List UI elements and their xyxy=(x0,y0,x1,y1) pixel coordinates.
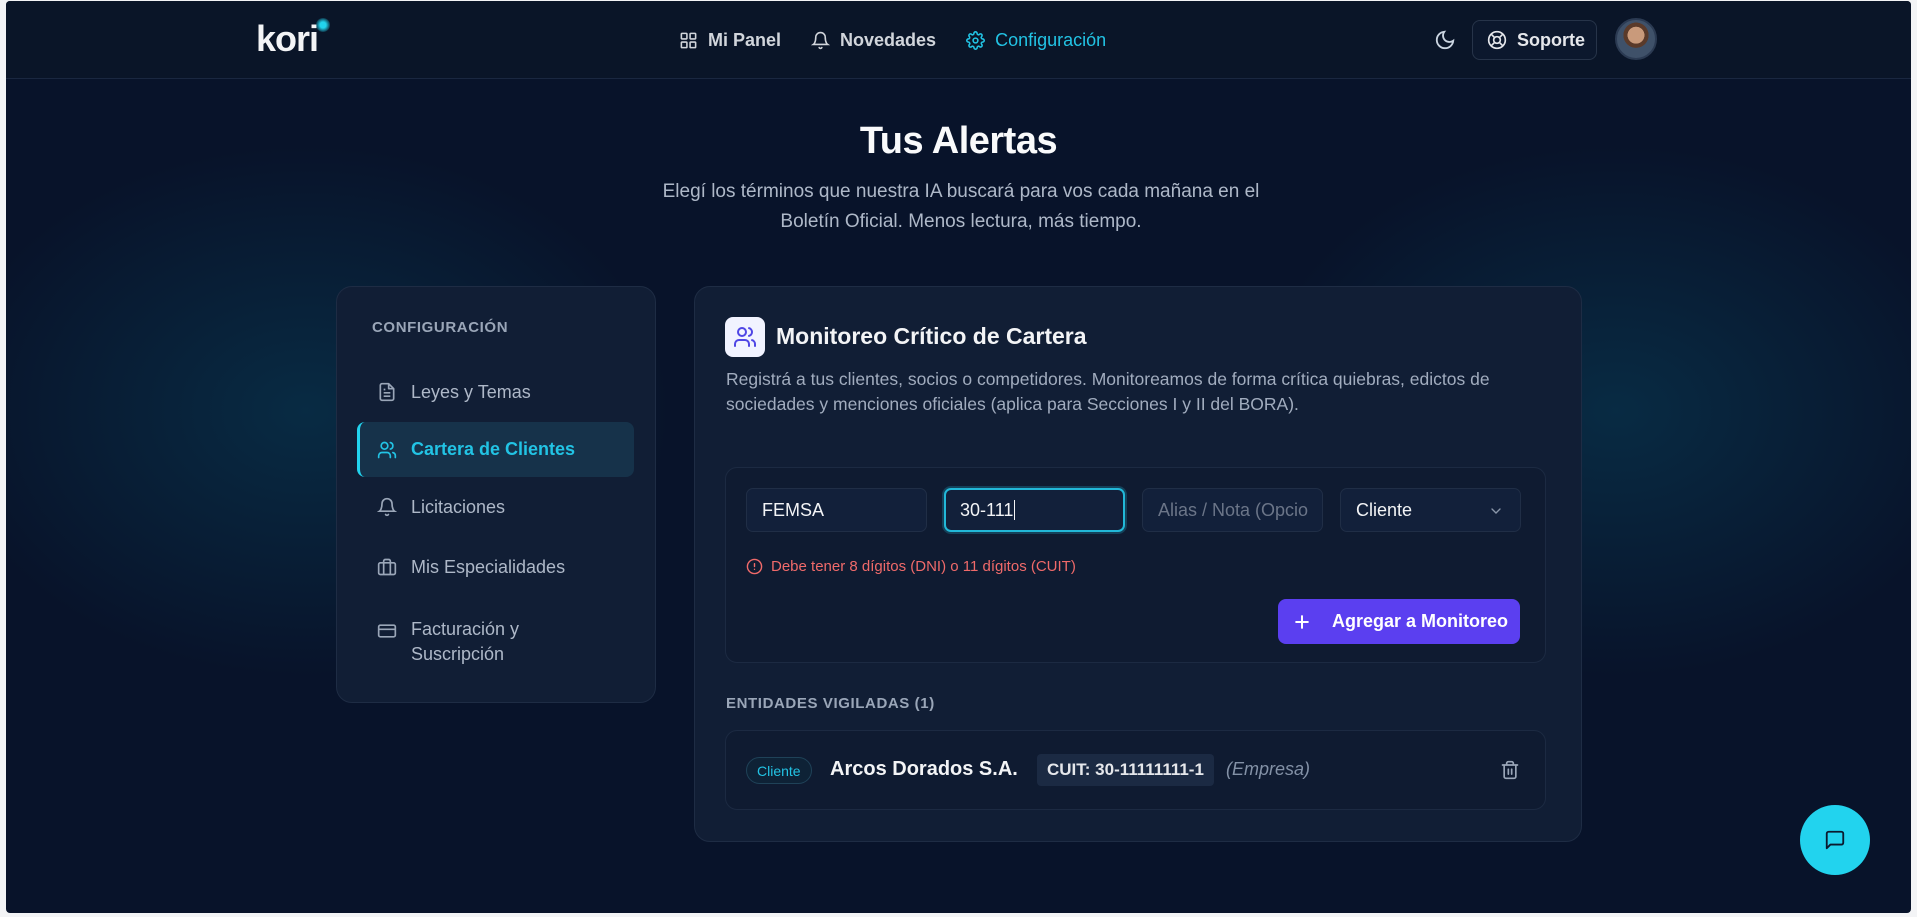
entity-type-value: Cliente xyxy=(1356,499,1413,520)
top-navigation-bar: kori Mi Panel Novedades Configuración So… xyxy=(6,1,1911,79)
sidebar-item-cartera-clientes[interactable]: Cartera de Clientes xyxy=(357,422,634,477)
trash-icon[interactable] xyxy=(1500,760,1520,780)
bell-icon xyxy=(811,31,831,49)
add-entity-form: FEMSA 30-111 Alias / Nota (Opcio Cliente… xyxy=(725,467,1546,663)
card-description: Registrá a tus clientes, socios o compet… xyxy=(726,369,1490,414)
support-button[interactable]: Soporte xyxy=(1472,20,1597,60)
sidebar-item-licitaciones[interactable]: Licitaciones xyxy=(357,482,634,532)
sidebar-item-facturacion[interactable]: Facturación y Suscripción xyxy=(357,617,557,672)
support-label: Soporte xyxy=(1517,29,1586,50)
credit-card-icon xyxy=(377,624,397,638)
app-window: kori Mi Panel Novedades Configuración So… xyxy=(6,1,1911,913)
briefcase-icon xyxy=(377,558,397,576)
alias-input[interactable]: Alias / Nota (Opcio xyxy=(1142,488,1323,532)
text-caret xyxy=(1014,500,1016,520)
users-icon xyxy=(734,327,756,347)
list-item: Cliente Arcos Dorados S.A. CUIT: 30-1111… xyxy=(725,730,1546,810)
sidebar-item-mis-especialidades[interactable]: Mis Especialidades xyxy=(357,542,634,592)
entity-type-badge: Cliente xyxy=(746,757,812,784)
entity-id-value: 30-111 xyxy=(960,499,1014,520)
entity-name-value: FEMSA xyxy=(762,499,825,520)
user-avatar[interactable] xyxy=(1615,18,1657,60)
grid-icon xyxy=(680,32,697,48)
error-text: Debe tener 8 dígitos (DNI) o 11 dígitos … xyxy=(771,558,1076,575)
sidebar-heading: CONFIGURACIÓN xyxy=(372,319,509,336)
nav-label: Mi Panel xyxy=(708,29,782,50)
nav-configuracion[interactable]: Configuración xyxy=(966,26,1106,54)
page-subtitle: Elegí los términos que nuestra IA buscar… xyxy=(662,181,1260,232)
validation-error: Debe tener 8 dígitos (DNI) o 11 dígitos … xyxy=(746,558,1076,575)
sidebar-item-label: Leyes y Temas xyxy=(411,381,531,402)
add-to-monitoring-button[interactable]: Agregar a Monitoreo xyxy=(1278,599,1520,644)
entity-cuit: CUIT: 30-11111111-1 xyxy=(1037,754,1214,786)
sidebar-item-label: Licitaciones xyxy=(411,496,506,517)
card-icon-box xyxy=(725,317,765,357)
page-title: Tus Alertas xyxy=(859,120,1058,162)
document-icon xyxy=(379,382,395,402)
chat-button[interactable] xyxy=(1800,805,1870,875)
entity-name: Arcos Dorados S.A. xyxy=(830,758,1018,780)
gear-icon xyxy=(966,30,986,50)
alert-circle-icon xyxy=(746,558,763,575)
sidebar-item-label: Cartera de Clientes xyxy=(411,439,576,459)
nav-mi-panel[interactable]: Mi Panel xyxy=(679,26,781,54)
users-icon xyxy=(377,441,397,458)
settings-sidebar: CONFIGURACIÓN Leyes y Temas Cartera de C… xyxy=(336,286,656,703)
chevron-down-icon xyxy=(1491,508,1501,514)
lifebuoy-icon xyxy=(1487,30,1507,50)
sidebar-item-leyes-temas[interactable]: Leyes y Temas xyxy=(357,367,634,417)
entity-type-select[interactable]: Cliente xyxy=(1340,488,1521,532)
bell-icon xyxy=(377,497,397,517)
entity-kind: (Empresa) xyxy=(1226,759,1311,779)
sidebar-item-label: Mis Especialidades xyxy=(411,556,566,577)
nav-label: Configuración xyxy=(995,29,1107,50)
nav-novedades[interactable]: Novedades xyxy=(811,26,936,54)
sidebar-item-label: Facturación y Suscripción xyxy=(411,619,520,664)
card-title: Monitoreo Crítico de Cartera xyxy=(776,323,1087,349)
moon-icon[interactable] xyxy=(1434,29,1456,51)
plus-icon xyxy=(1295,614,1309,629)
portfolio-monitoring-card: Monitoreo Crítico de Cartera Registrá a … xyxy=(694,286,1582,842)
watched-entities-heading: ENTIDADES VIGILADAS (1) xyxy=(726,695,935,712)
chat-bubble-icon xyxy=(1825,830,1845,850)
main-nav: Mi Panel Novedades Configuración xyxy=(679,26,1106,54)
logo-spark-icon xyxy=(316,18,330,32)
kori-logo[interactable]: kori xyxy=(256,18,319,60)
alias-placeholder: Alias / Nota (Opcio xyxy=(1158,499,1309,520)
add-button-label: Agregar a Monitoreo xyxy=(1332,611,1509,631)
entity-id-input[interactable]: 30-111 xyxy=(944,488,1125,532)
entity-name-input[interactable]: FEMSA xyxy=(746,488,927,532)
nav-label: Novedades xyxy=(840,29,937,50)
